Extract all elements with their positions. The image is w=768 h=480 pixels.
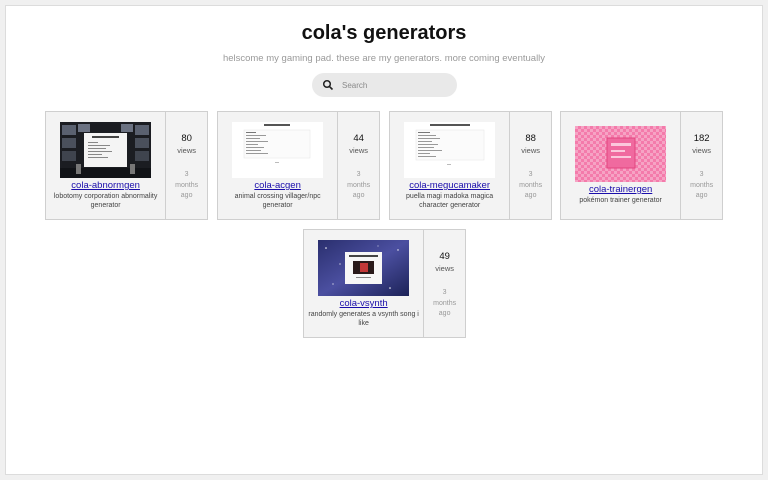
age: 3 months ago	[175, 171, 199, 199]
generator-description: animal crossing villager/npc generator	[234, 193, 321, 209]
generator-card: cola-trainergen pokémon trainer generato…	[560, 111, 723, 220]
generator-description: puella magi madoka magica character gene…	[406, 193, 494, 209]
generator-stats: 44 views 3 months ago	[337, 112, 379, 219]
generator-description: pokémon trainer generator	[579, 197, 662, 204]
generator-card: cola-abnormgen lobotomy corporation abno…	[45, 111, 208, 220]
generator-description: randomly generates a vsynth song i like	[308, 311, 419, 327]
view-label: views	[177, 146, 196, 155]
generator-thumbnail[interactable]	[60, 122, 151, 178]
generator-card: cola-megucamaker puella magi madoka magi…	[389, 111, 552, 220]
view-count: 49	[439, 251, 450, 262]
search-bar[interactable]	[312, 73, 457, 97]
age: 3 months ago	[347, 171, 371, 199]
age: 3 months ago	[519, 171, 543, 199]
view-count: 182	[693, 133, 710, 144]
search-input[interactable]	[342, 80, 452, 90]
view-label: views	[349, 146, 368, 155]
page-subtitle: helscome my gaming pad. these are my gen…	[222, 53, 546, 64]
generator-link[interactable]: cola-acgen	[218, 180, 337, 191]
generator-link[interactable]: cola-megucamaker	[390, 180, 509, 191]
view-label: views	[521, 146, 540, 155]
generator-stats: 49 views 3 months ago	[423, 230, 465, 337]
view-count: 44	[353, 133, 364, 144]
generator-thumbnail[interactable]	[318, 240, 409, 296]
page-title: cola's generators	[301, 22, 467, 44]
generator-card: cola-vsynth randomly generates a vsynth …	[303, 229, 466, 338]
view-label: views	[435, 264, 454, 273]
generator-thumbnail[interactable]	[404, 122, 495, 178]
view-label: views	[692, 146, 711, 155]
generator-stats: 80 views 3 months ago	[165, 112, 207, 219]
generator-link[interactable]: cola-abnormgen	[46, 180, 165, 191]
generator-link[interactable]: cola-vsynth	[304, 298, 423, 309]
generator-stats: 88 views 3 months ago	[509, 112, 551, 219]
page: cola's generators helscome my gaming pad…	[5, 5, 763, 475]
view-count: 88	[525, 133, 536, 144]
view-count: 80	[181, 133, 192, 144]
generator-thumbnail[interactable]	[575, 126, 666, 182]
generator-card: cola-acgen animal crossing villager/npc …	[217, 111, 380, 220]
search-icon	[322, 79, 334, 91]
age: 3 months ago	[690, 171, 714, 199]
generator-stats: 182 views 3 months ago	[680, 112, 722, 219]
generator-link[interactable]: cola-trainergen	[561, 184, 680, 195]
generator-description: lobotomy corporation abnormality generat…	[53, 193, 158, 209]
age: 3 months ago	[433, 289, 457, 317]
generator-thumbnail[interactable]	[232, 122, 323, 178]
